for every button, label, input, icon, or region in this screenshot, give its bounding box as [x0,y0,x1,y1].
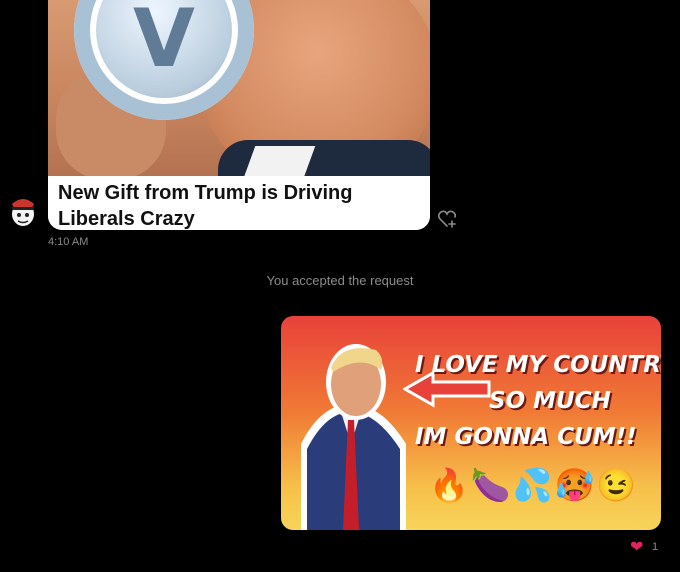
outgoing-meme-image[interactable]: I LOVE MY COUNTRY SO MUCH IM GONNA CUM!!… [281,316,661,530]
meme-line-1: I LOVE MY COUNTRY [415,352,661,378]
heart-icon[interactable]: ❤ [630,537,643,557]
link-card-headline[interactable]: New Gift from Trump is Driving Liberals … [48,176,430,230]
add-reaction-icon[interactable] [437,210,457,228]
avatar-icon[interactable] [8,194,38,228]
coin-letter: V [133,0,195,85]
message-timestamp: 4:10 AM [48,236,89,248]
meme-emoji-row: 🔥🍆💦🥵😉 [429,467,639,503]
incoming-link-card[interactable]: V New Gift from Trump is Driving Liberal… [48,0,430,230]
reaction-count: 1 [652,541,659,553]
meme-line-3: IM GONNA CUM!! [415,424,637,450]
meme-line-2: SO MUCH [489,388,611,414]
trump-cutout-graphic [301,344,406,530]
system-message: You accepted the request [266,273,414,288]
link-card-image: V [48,0,430,176]
